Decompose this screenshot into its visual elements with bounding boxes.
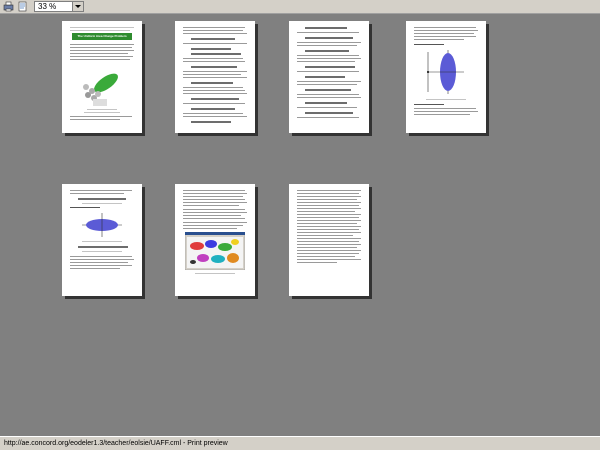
preview-page-7[interactable] — [289, 184, 369, 296]
page-setup-icon[interactable] — [17, 1, 28, 12]
toolbar: 33 % — [0, 0, 600, 14]
ellipse-figure-1 — [82, 213, 122, 237]
simulation-screenshot — [185, 232, 245, 270]
print-icon[interactable] — [3, 1, 14, 12]
preview-page-4[interactable] — [406, 21, 486, 133]
preview-page-3[interactable] — [289, 21, 369, 133]
zoom-select[interactable]: 33 % — [34, 1, 84, 12]
zoom-value: 33 % — [38, 2, 57, 11]
preview-page-5[interactable] — [62, 184, 142, 296]
status-bar: http://ae.concord.org/eodeler1.3/teacher… — [0, 436, 600, 450]
chevron-down-icon[interactable] — [72, 2, 83, 11]
preview-page-1[interactable]: The Uniform Area Charge Problem — [62, 21, 142, 133]
preview-page-6[interactable] — [175, 184, 255, 296]
page-1-heading: The Uniform Area Charge Problem — [77, 34, 127, 38]
status-text: http://ae.concord.org/eodeler1.3/teacher… — [4, 440, 228, 447]
ellipse-diagram — [427, 50, 464, 94]
area-charge-diagram — [83, 73, 118, 106]
preview-canvas[interactable]: The Uniform Area Charge Problem — [0, 14, 600, 436]
preview-page-2[interactable] — [175, 21, 255, 133]
page-banner: The Uniform Area Charge Problem — [72, 33, 132, 40]
